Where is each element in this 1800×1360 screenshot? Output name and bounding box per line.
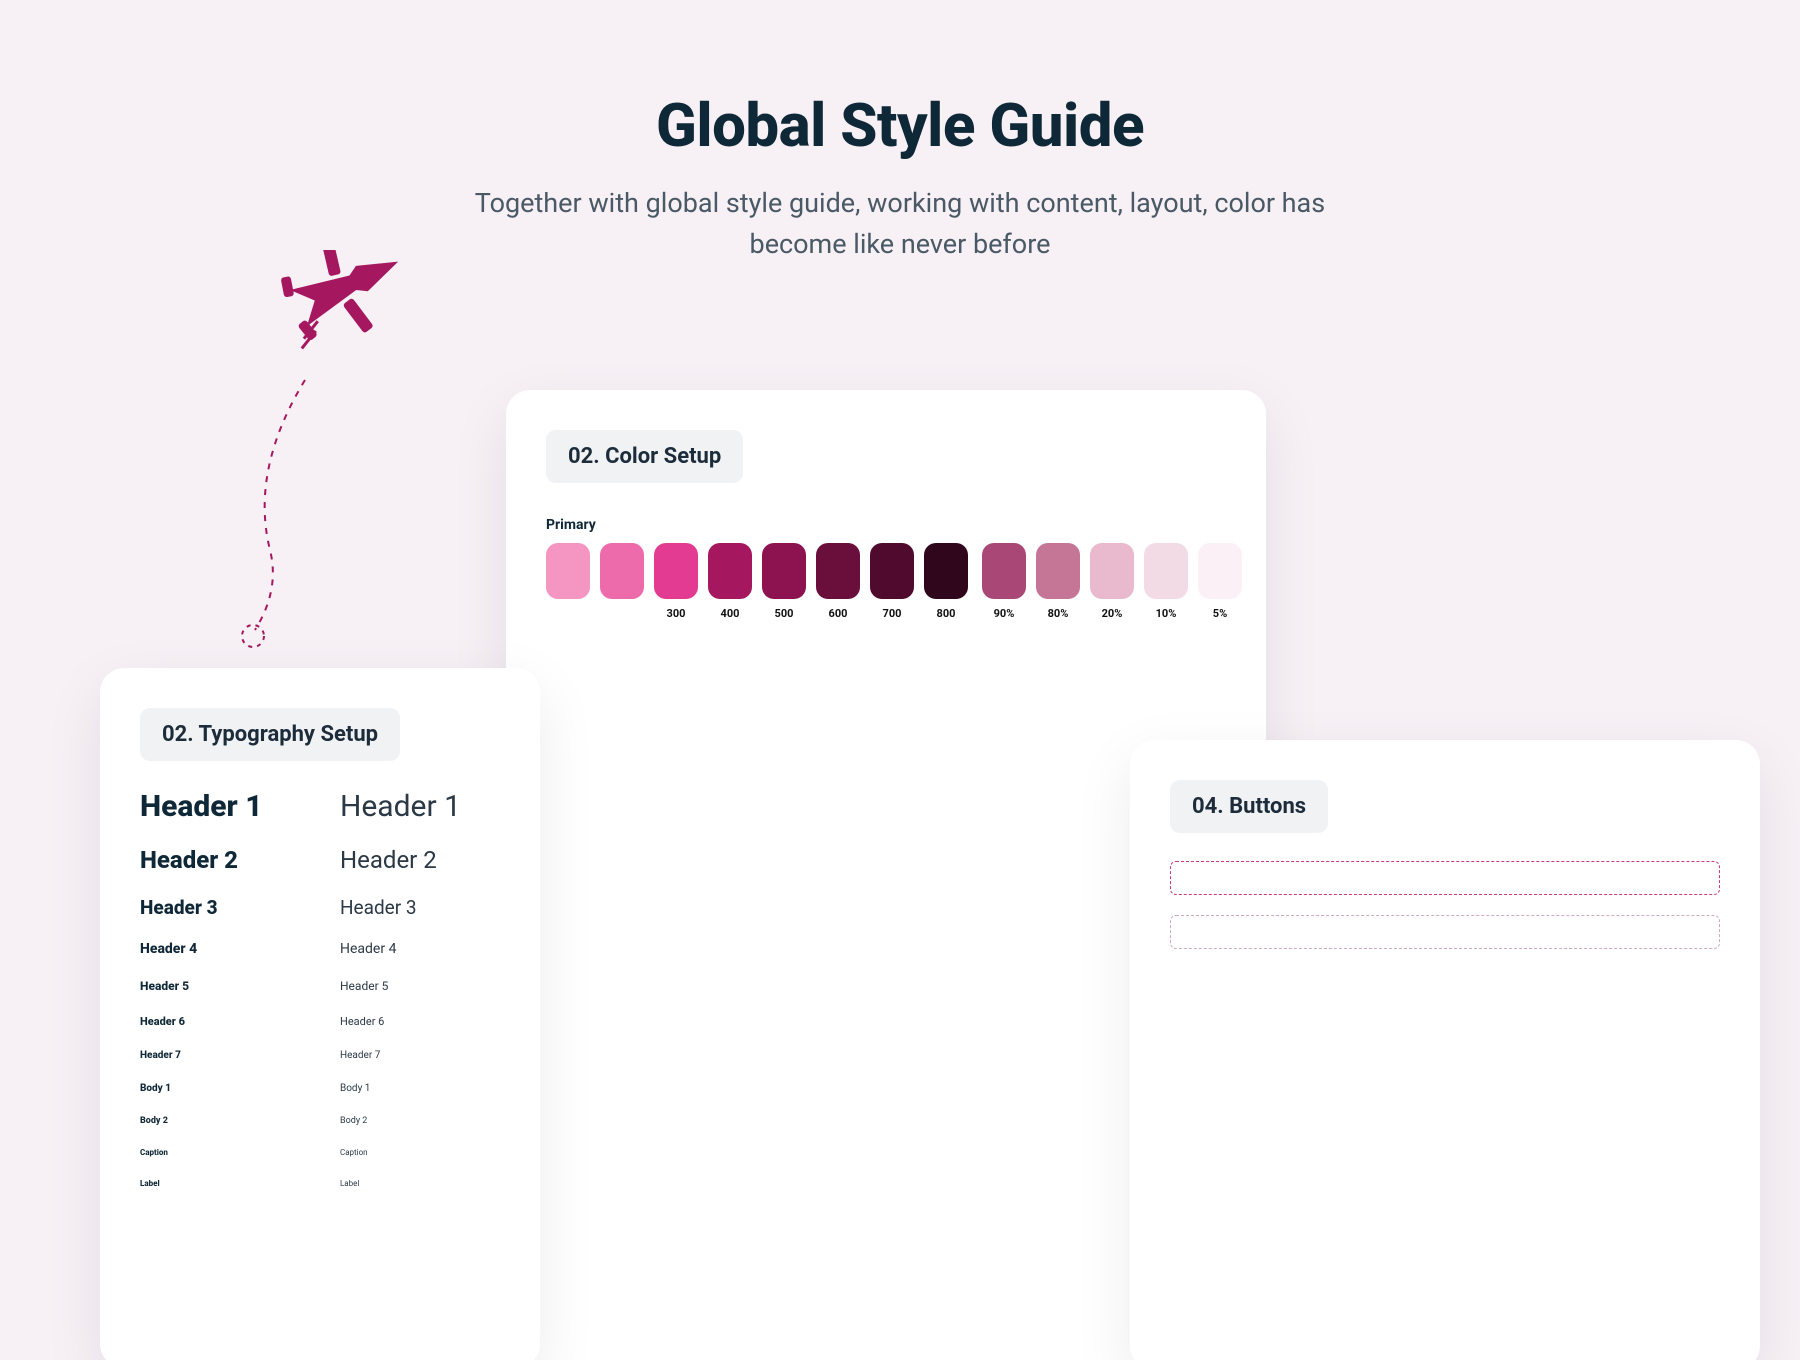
type-sample-bold: Body 1 <box>140 1083 300 1094</box>
typography-row: Caption Caption <box>140 1148 500 1157</box>
type-sample-regular: Header 4 <box>340 941 500 957</box>
swatch-row: 300 400 500 600 700 800 90% 80% 20% 10% 5% <box>546 543 1226 620</box>
type-sample-bold: Header 7 <box>140 1050 300 1061</box>
color-swatch: 20% <box>1090 543 1134 620</box>
type-sample-bold: Label <box>140 1179 300 1188</box>
color-swatch: 600 <box>816 543 860 620</box>
type-sample-regular: Header 3 <box>340 896 500 919</box>
typography-row: Header 4 Header 4 <box>140 941 500 957</box>
type-sample-bold: Caption <box>140 1148 300 1157</box>
buttons-group <box>1170 861 1720 895</box>
typography-row: Label Label <box>140 1179 500 1188</box>
swatch-label: 400 <box>721 607 740 620</box>
typography-setup-card: 02. Typography Setup Header 1Header 1Hea… <box>100 668 540 1360</box>
type-sample-bold: Header 6 <box>140 1015 300 1028</box>
hero: Global Style Guide Together with global … <box>0 0 1800 264</box>
color-swatch: 90% <box>982 543 1026 620</box>
typography-row: Header 6 Header 6 <box>140 1015 500 1028</box>
airplane-illustration <box>220 250 420 670</box>
color-swatch <box>600 543 644 620</box>
swatch-label: 20% <box>1102 607 1123 620</box>
inputs-group <box>1170 915 1720 949</box>
type-sample-bold: Header 5 <box>140 979 300 993</box>
swatch-label: 600 <box>829 607 848 620</box>
color-swatch: 500 <box>762 543 806 620</box>
swatch-label: 90% <box>994 607 1015 620</box>
section-heading: 02. Typography Setup <box>140 708 400 761</box>
type-sample-bold: Header 4 <box>140 941 300 957</box>
swatch-label: 800 <box>937 607 956 620</box>
section-heading: 02. Color Setup <box>546 430 743 483</box>
page-title: Global Style Guide <box>0 90 1800 161</box>
typography-row: Body 1 Body 1 <box>140 1083 500 1094</box>
color-swatch: 10% <box>1144 543 1188 620</box>
section-heading: 04. Buttons <box>1170 780 1328 833</box>
type-sample-regular: Caption <box>340 1148 500 1157</box>
type-sample-bold: Body 2 <box>140 1116 300 1126</box>
page-subtitle: Together with global style guide, workin… <box>440 183 1360 264</box>
typography-row: Header 7 Header 7 <box>140 1050 500 1061</box>
type-sample-bold: Header 2 <box>140 846 300 874</box>
type-sample-bold: Header 3 <box>140 896 300 919</box>
color-swatch: 80% <box>1036 543 1080 620</box>
type-sample-regular: Header 6 <box>340 1015 500 1028</box>
swatch-label: 300 <box>667 607 686 620</box>
swatch-label: 500 <box>775 607 794 620</box>
color-swatch: 400 <box>708 543 752 620</box>
buttons-card: 04. Buttons <box>1130 740 1760 1360</box>
color-swatch: 300 <box>654 543 698 620</box>
type-sample-regular: Header 2 <box>340 846 500 874</box>
type-sample-bold: Header 1 <box>140 789 300 824</box>
swatch-label: 5% <box>1213 607 1227 620</box>
typography-row: Body 2 Body 2 <box>140 1116 500 1126</box>
swatch-label: 10% <box>1156 607 1177 620</box>
typography-row: Header 5 Header 5 <box>140 979 500 993</box>
type-sample-regular: Body 2 <box>340 1116 500 1126</box>
type-sample-regular: Header 7 <box>340 1050 500 1061</box>
swatch-label: 80% <box>1048 607 1069 620</box>
typography-row: Header 1 Header 1 <box>140 789 500 824</box>
typography-row: Header 2 Header 2 <box>140 846 500 874</box>
label-primary: Primary <box>546 517 1226 533</box>
type-sample-regular: Body 1 <box>340 1083 500 1094</box>
color-swatch: 800 <box>924 543 968 620</box>
type-sample-regular: Header 5 <box>340 979 500 993</box>
type-sample-regular: Header 1 <box>340 789 500 824</box>
color-swatch: 700 <box>870 543 914 620</box>
type-sample-regular: Label <box>340 1179 500 1188</box>
swatch-label: 700 <box>883 607 902 620</box>
color-swatch: 5% <box>1198 543 1242 620</box>
color-swatch <box>546 543 590 620</box>
typography-row: Header 3 Header 3 <box>140 896 500 919</box>
